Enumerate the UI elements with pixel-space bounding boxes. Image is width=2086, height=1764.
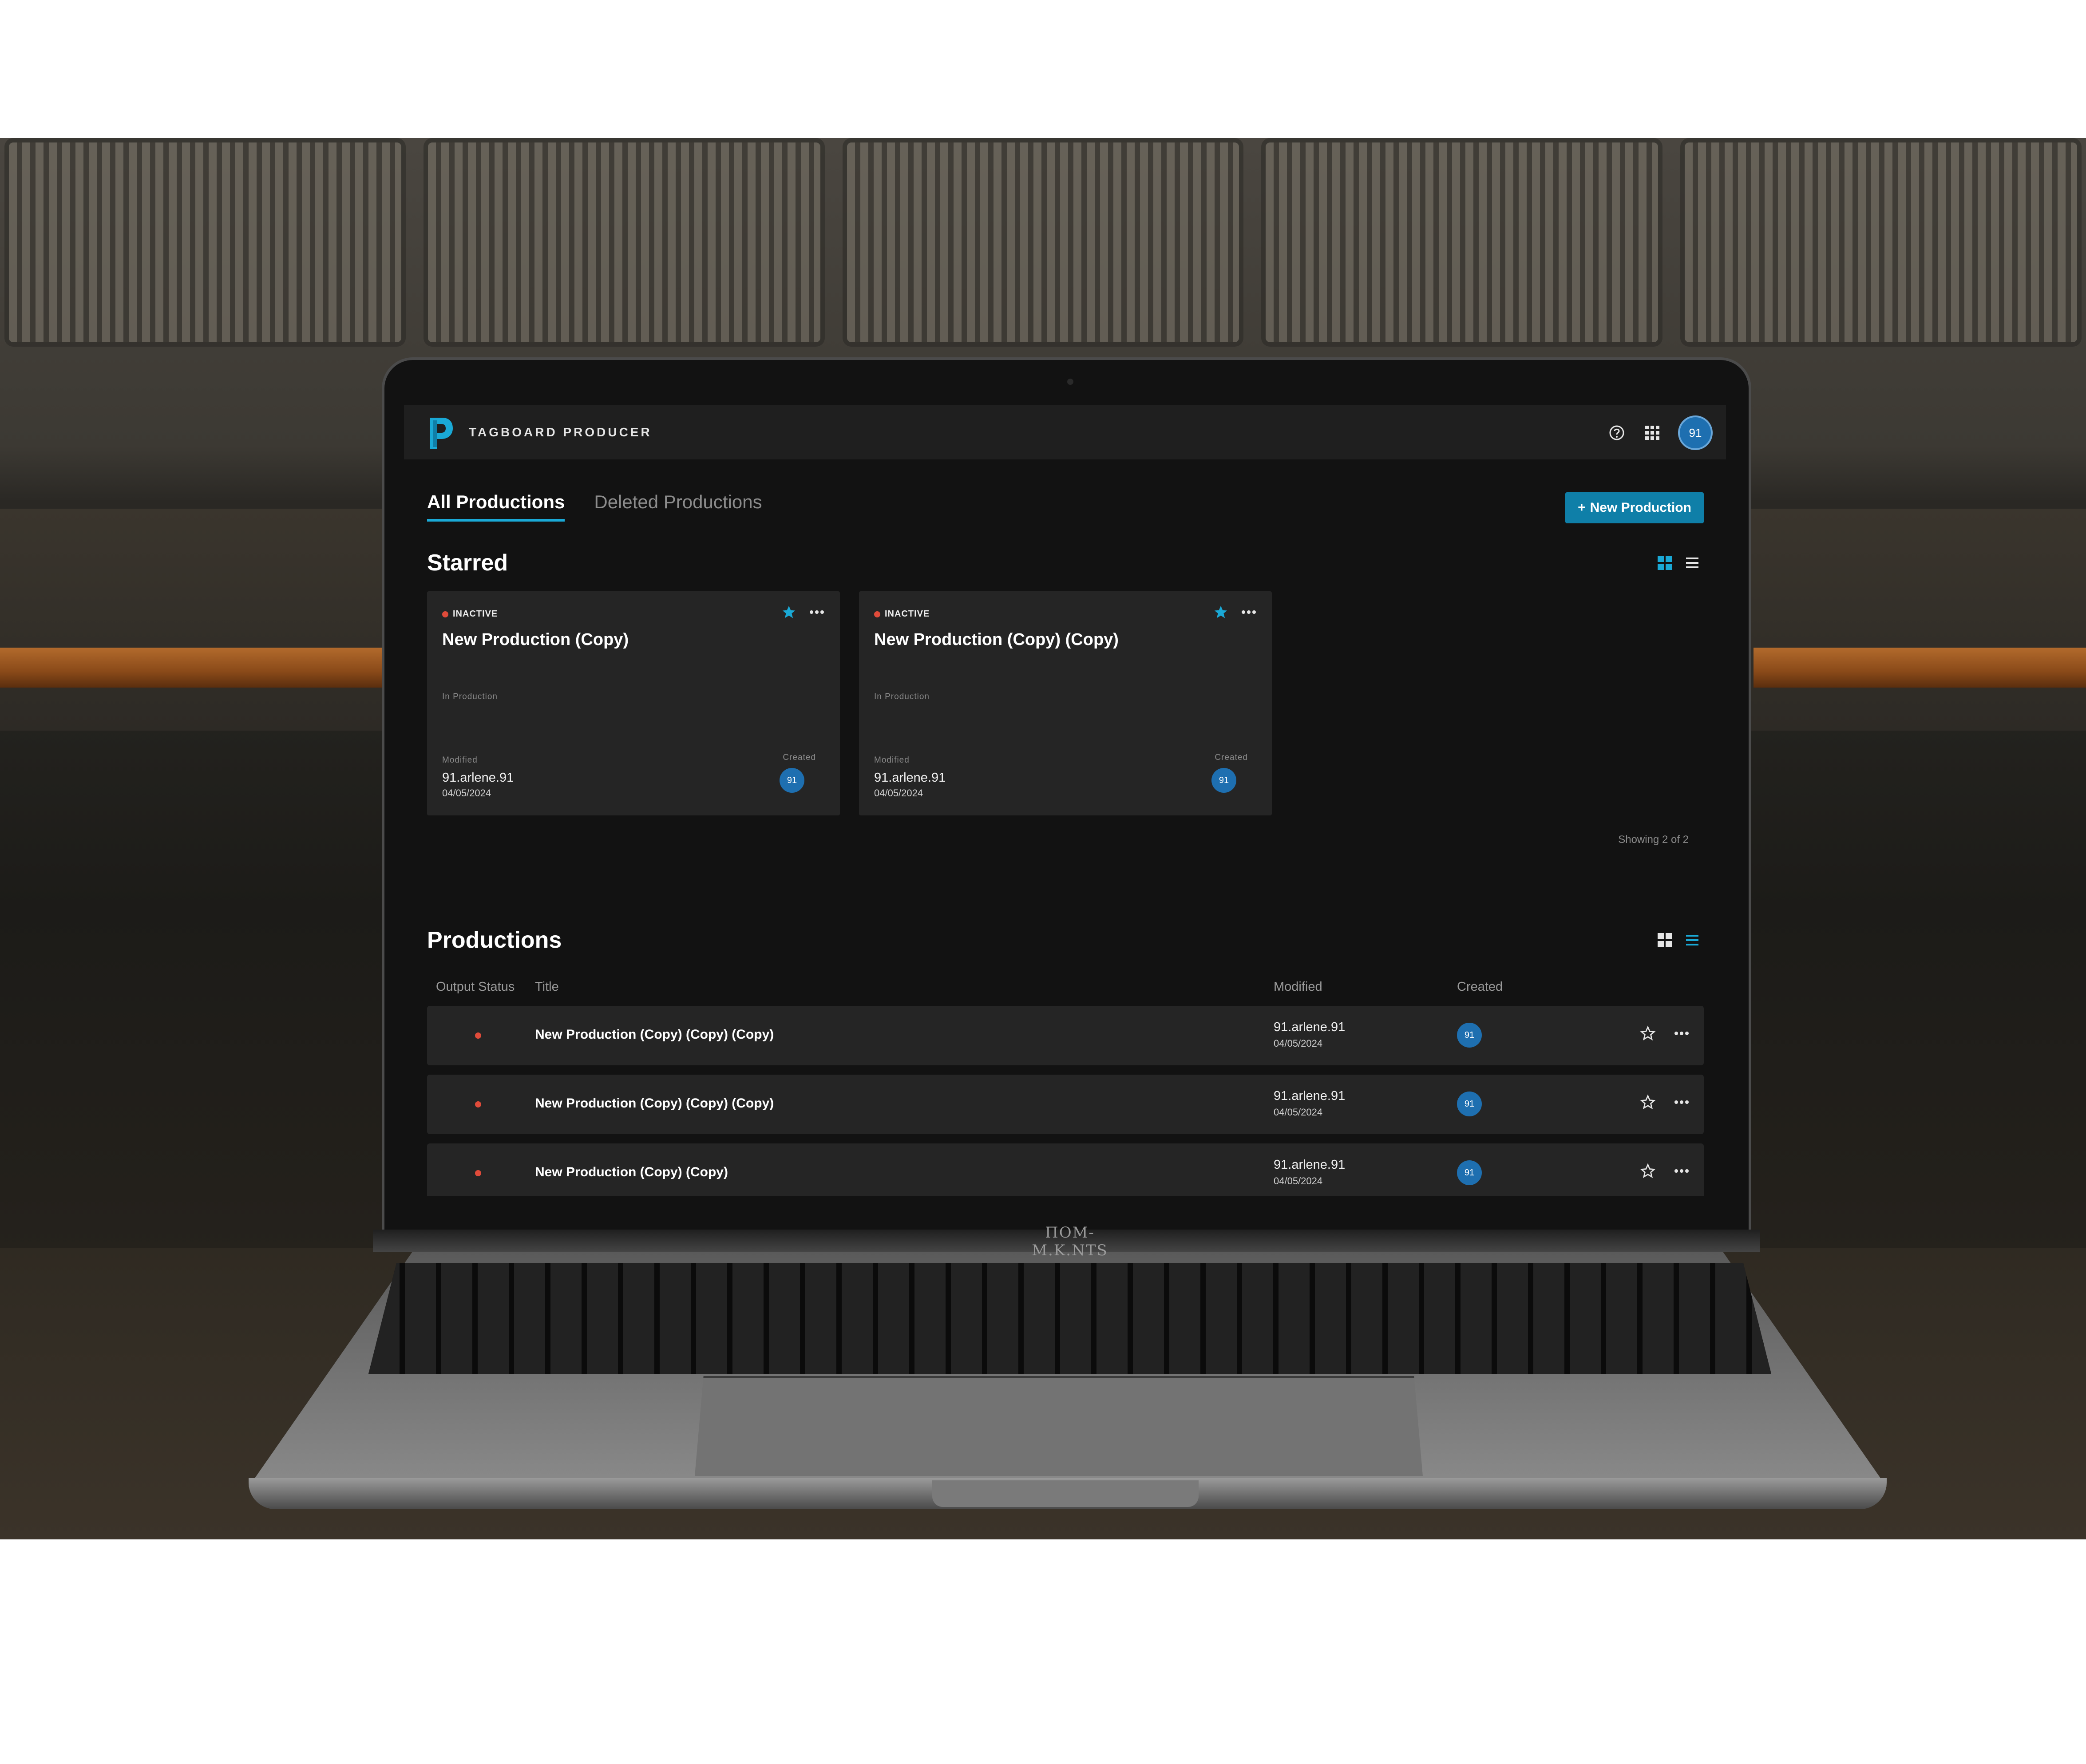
production-card[interactable]: INACTIVE New Production (Copy) In Produc… [427,591,840,815]
modified-by: 91.arlene.91 [874,771,946,785]
production-card[interactable]: INACTIVE New Production (Copy) (Copy) In… [859,591,1272,815]
creator-avatar: 91 [1211,768,1236,793]
laptop-brand-text: ΠOM-M.K.NTS [1032,1224,1108,1259]
more-icon[interactable] [1674,1163,1690,1179]
modified-label: Modified [874,755,910,765]
row-title[interactable]: New Production (Copy) (Copy) (Copy) [535,1096,774,1111]
table-header: Output Status Title Modified Created [427,980,1704,997]
inactive-dot [475,1032,481,1039]
column-created[interactable]: Created [1457,980,1503,994]
star-icon[interactable] [1640,1094,1656,1110]
inactive-dot [475,1101,481,1107]
card-stage: In Production [442,692,498,701]
status-badge: INACTIVE [874,609,930,619]
table-row[interactable]: New Production (Copy) (Copy) 91.arlene.9… [427,1143,1704,1196]
tab-deleted-productions[interactable]: Deleted Productions [594,491,762,522]
status-badge: INACTIVE [442,609,498,619]
top-bar: TAGBOARD PRODUCER 91 [404,405,1726,459]
creator-avatar: 91 [1457,1092,1482,1116]
creator-avatar: 91 [780,768,804,793]
modified-by: 91.arlene.91 [1274,1089,1346,1103]
inactive-dot [442,611,448,617]
modified-date: 04/05/2024 [1274,1175,1323,1187]
app-screen: TAGBOARD PRODUCER 91 All Productions Del… [404,405,1726,1196]
tab-all-productions[interactable]: All Productions [427,491,565,522]
column-title[interactable]: Title [535,980,559,994]
list-view-icon[interactable] [1686,935,1698,945]
modified-by: 91.arlene.91 [442,771,514,785]
more-icon[interactable] [1674,1094,1690,1110]
app-title: TAGBOARD PRODUCER [469,425,652,439]
new-production-button[interactable]: + New Production [1565,492,1704,523]
user-avatar[interactable]: 91 [1678,415,1713,450]
laptop-notch [932,1480,1199,1507]
equipment-panels [0,138,2086,360]
inactive-dot [475,1170,481,1176]
star-icon[interactable] [781,605,796,620]
plus-icon: + [1578,500,1586,515]
star-icon[interactable] [1213,605,1228,620]
created-label: Created [783,753,816,762]
modified-date: 04/05/2024 [1274,1107,1323,1118]
more-icon[interactable] [1674,1025,1690,1041]
list-view-icon[interactable] [1686,558,1698,568]
star-icon[interactable] [1640,1025,1656,1041]
starred-view-toggle [1658,556,1698,570]
more-icon[interactable] [1241,609,1257,615]
modified-date: 04/05/2024 [442,787,491,799]
new-production-label: New Production [1590,500,1691,515]
photo-stage: ΠOM-M.K.NTS TAGBOARD PRODUCER 91 All Pro… [0,0,2086,1764]
equipment-panel [1680,138,2082,347]
tab-bar: All Productions Deleted Productions [427,491,762,522]
equipment-panel [1261,138,1663,347]
apps-grid-icon[interactable] [1643,423,1662,443]
table-row[interactable]: New Production (Copy) (Copy) (Copy) 91.a… [427,1006,1704,1065]
table-row[interactable]: New Production (Copy) (Copy) (Copy) 91.a… [427,1075,1704,1134]
status-label: INACTIVE [453,609,498,619]
creator-avatar: 91 [1457,1160,1482,1185]
productions-heading: Productions [427,927,562,953]
card-stage: In Production [874,692,930,701]
star-icon[interactable] [1640,1163,1656,1179]
grid-view-icon[interactable] [1658,933,1672,947]
grid-view-icon[interactable] [1658,556,1672,570]
wood-rail-left [0,648,400,688]
row-title[interactable]: New Production (Copy) (Copy) (Copy) [535,1027,774,1042]
help-icon[interactable] [1607,423,1627,443]
equipment-panel [423,138,825,347]
status-label: INACTIVE [885,609,930,619]
productions-view-toggle [1658,933,1698,947]
webcam [1067,379,1073,385]
equipment-panel [4,138,406,347]
modified-by: 91.arlene.91 [1274,1020,1346,1034]
card-actions [781,605,825,620]
starred-heading: Starred [427,550,508,576]
modified-by: 91.arlene.91 [1274,1158,1346,1172]
row-title[interactable]: New Production (Copy) (Copy) [535,1165,728,1180]
created-label: Created [1215,753,1248,762]
keyboard [368,1263,1771,1374]
creator-avatar: 91 [1457,1023,1482,1048]
modified-label: Modified [442,755,478,765]
card-title[interactable]: New Production (Copy) [442,630,629,649]
equipment-panel [842,138,1244,347]
logo-icon[interactable] [427,416,455,451]
more-icon[interactable] [809,609,825,615]
card-title[interactable]: New Production (Copy) (Copy) [874,630,1119,649]
inactive-dot [874,611,880,617]
trackpad [695,1376,1423,1476]
modified-date: 04/05/2024 [874,787,923,799]
column-modified[interactable]: Modified [1274,980,1322,994]
showing-count: Showing 2 of 2 [1618,834,1689,846]
wood-rail-right [1754,648,2086,688]
column-output-status[interactable]: Output Status [436,980,515,994]
top-bar-actions: 91 [1607,415,1713,450]
card-actions [1213,605,1257,620]
modified-date: 04/05/2024 [1274,1038,1323,1049]
